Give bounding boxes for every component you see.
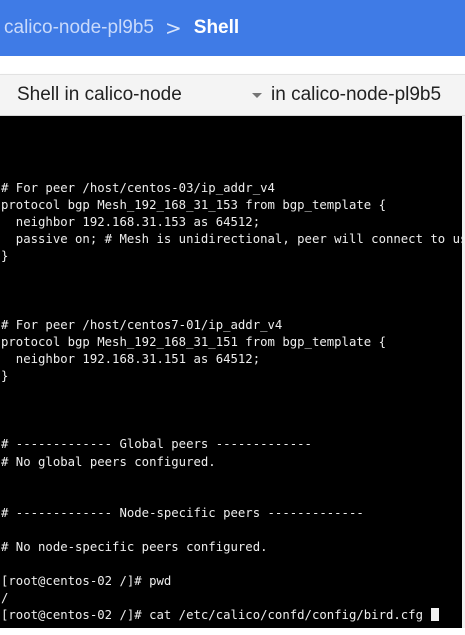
- terminal-line-text: /: [1, 591, 9, 606]
- terminal-line-text: }: [1, 369, 9, 384]
- terminal-line: passive on; # Mesh is unidirectional, pe…: [0, 231, 462, 248]
- terminal-line-text: neighbor 192.168.31.153 as 64512;: [1, 215, 261, 230]
- terminal-line: neighbor 192.168.31.153 as 64512;: [0, 214, 462, 231]
- terminal-line-text: # For peer /host/centos-03/ip_addr_v4: [1, 181, 275, 195]
- terminal-line-text: # ------------- Global peers -----------…: [1, 437, 312, 452]
- terminal-line: neighbor 192.168.31.151 as 64512;: [0, 351, 462, 368]
- terminal-line-text: # ------------- Node-specific peers ----…: [1, 505, 364, 520]
- container-selector-bar: Shell in calico-node in calico-node-pl9b…: [0, 74, 465, 116]
- terminal-line: /: [0, 590, 462, 607]
- terminal-line-text: passive on; # Mesh is unidirectional, pe…: [1, 232, 462, 247]
- header-spacer: [0, 56, 465, 74]
- terminal-line: }: [0, 368, 462, 385]
- container-select-value: Shell in calico-node: [17, 84, 182, 105]
- terminal-line: [root@centos-02 /]# cat /etc/calico/conf…: [0, 607, 462, 624]
- top-app-bar: calico-node-pl9b5 > Shell: [0, 0, 465, 56]
- dropdown-arrow-icon[interactable]: [252, 93, 262, 98]
- terminal-line-text: protocol bgp Mesh_192_168_31_153 from bg…: [1, 198, 386, 213]
- page-bottom: [0, 628, 465, 635]
- terminal-line: # No global peers configured.: [0, 454, 462, 471]
- terminal-line-text: # No node-specific peers configured.: [1, 539, 268, 554]
- terminal-line: # ------------- Node-specific peers ----…: [0, 505, 462, 522]
- terminal-console[interactable]: # For peer /host/centos-03/ip_addr_v4pro…: [0, 116, 462, 628]
- terminal-line: protocol bgp Mesh_192_168_31_153 from bg…: [0, 197, 462, 214]
- terminal-line: # No node-specific peers configured.: [0, 539, 462, 556]
- terminal-line-text: protocol bgp Mesh_192_168_31_151 from bg…: [1, 334, 386, 349]
- terminal-line-text: # For peer /host/centos7-01/ip_addr_v4: [1, 317, 283, 332]
- terminal-line-text: neighbor 192.168.31.151 as 64512;: [1, 351, 261, 366]
- terminal-line-text: }: [1, 249, 9, 264]
- terminal-line: # For peer /host/centos7-01/ip_addr_v4: [0, 317, 462, 334]
- breadcrumb-current-page: Shell: [193, 17, 240, 38]
- breadcrumb-pod-link[interactable]: calico-node-pl9b5: [4, 17, 154, 39]
- terminal-line: # ------------- Global peers -----------…: [0, 436, 462, 453]
- terminal-line-text: [root@centos-02 /]# pwd: [1, 574, 172, 589]
- container-select-dropdown[interactable]: Shell in calico-node: [10, 75, 266, 115]
- terminal-line: # For peer /host/centos-03/ip_addr_v4: [0, 180, 462, 197]
- terminal-cursor: [431, 608, 440, 622]
- terminal-line: [root@centos-02 /]# pwd: [0, 573, 462, 590]
- terminal-line: protocol bgp Mesh_192_168_31_151 from bg…: [0, 334, 462, 351]
- terminal-line: }: [0, 248, 462, 265]
- pod-name-label: in calico-node-pl9b5: [271, 84, 442, 105]
- terminal-line-text: # No global peers configured.: [1, 454, 216, 469]
- chevron-right-icon: >: [165, 16, 182, 40]
- terminal-line-text: [root@centos-02 /]# cat /etc/calico/conf…: [1, 608, 431, 623]
